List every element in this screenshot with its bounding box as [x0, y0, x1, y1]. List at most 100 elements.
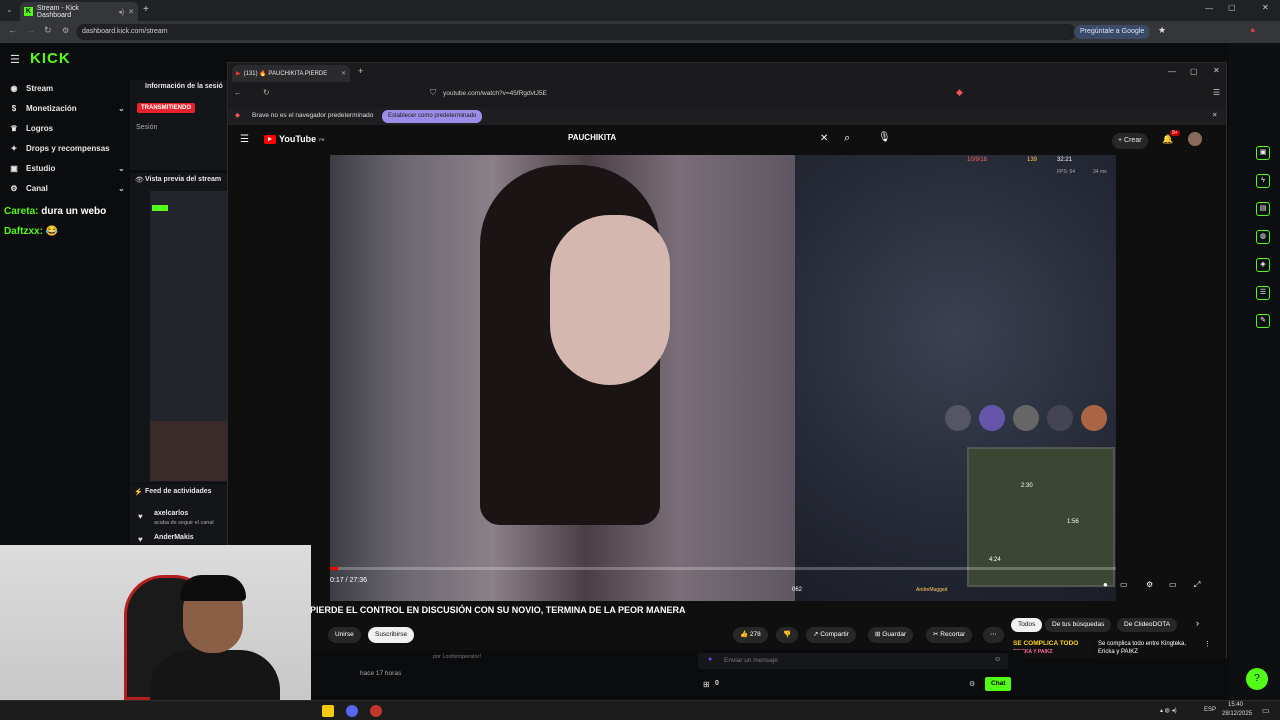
ask-google-button[interactable]: Pregúntale a Google: [1074, 25, 1151, 39]
set-default-button[interactable]: Establecer como predeterminado: [382, 110, 483, 123]
chip-clideodota[interactable]: De ClideoDOTA: [1117, 618, 1178, 632]
clip-button[interactable]: ✂ Recortar: [926, 627, 973, 643]
tab-list-chevron-icon[interactable]: ⌄: [6, 5, 13, 14]
sidebar-item-drops[interactable]: ✦ Drops y recompensas: [10, 144, 110, 153]
profile-avatar-icon[interactable]: ●: [1250, 25, 1255, 35]
chips-next-icon[interactable]: ›: [1196, 618, 1199, 628]
subscribe-button[interactable]: Suscribirse: [368, 627, 415, 643]
reload-icon[interactable]: ↻: [263, 88, 270, 97]
video-progress-bar[interactable]: [330, 567, 1116, 570]
sidebar-item-monetizacion[interactable]: $ Monetización ⌄: [10, 104, 130, 113]
brave-shields-icon[interactable]: ◆: [956, 87, 963, 98]
site-info-icon[interactable]: ⚙: [62, 26, 69, 35]
account-avatar[interactable]: [1188, 132, 1202, 146]
new-tab-icon[interactable]: +: [143, 4, 149, 15]
like-button[interactable]: 👍 278: [733, 627, 768, 643]
window-maximize-icon[interactable]: ▢: [1190, 67, 1198, 76]
search-input[interactable]: PAUCHIKITA: [568, 133, 616, 142]
chat-send-button[interactable]: Chat: [985, 677, 1012, 691]
back-icon[interactable]: ←: [8, 25, 17, 35]
taskbar-time[interactable]: 15:40: [1228, 702, 1243, 708]
game-minimap: 2:30 1:56 4:24: [967, 447, 1115, 587]
save-button[interactable]: ⊞ Guardar: [868, 627, 914, 643]
video-player[interactable]: 10/9/18 139 32:21 FPS: 64 34 ms 2:30 1:5…: [330, 155, 1116, 601]
inner-url-field[interactable]: youtube.com/watch?v=45fRgdvtJ5E: [443, 87, 943, 101]
kick-chat-input[interactable]: ● Enviar un mensaje ☺: [698, 653, 1008, 669]
bookmark-star-icon[interactable]: ★: [1158, 25, 1166, 36]
settings-gear-icon[interactable]: ⚙: [1146, 580, 1153, 589]
fullscreen-icon[interactable]: ⤢: [1194, 580, 1200, 590]
obs-icon[interactable]: [370, 705, 382, 717]
rail-chat-icon[interactable]: ◍: [1256, 230, 1270, 244]
new-tab-icon[interactable]: +: [358, 66, 363, 76]
forward-icon[interactable]: →: [26, 25, 35, 35]
chat-settings-icon[interactable]: ⚙: [969, 680, 975, 688]
rail-wrench-icon[interactable]: ✎: [1256, 314, 1270, 328]
sidebar-item-logros[interactable]: ♛ Logros: [10, 124, 53, 133]
rail-bolt-icon[interactable]: ϟ: [1256, 174, 1270, 188]
tab-close-icon[interactable]: ✕: [341, 70, 346, 77]
rail-note-icon[interactable]: ▤: [1256, 202, 1270, 216]
subtitles-icon[interactable]: ▭: [1120, 580, 1128, 589]
theater-mode-icon[interactable]: ▭: [1169, 580, 1177, 589]
outer-url-field[interactable]: dashboard.kick.com/stream: [76, 24, 1076, 40]
stream-preview-thumbnail[interactable]: [150, 191, 228, 481]
reload-icon[interactable]: ↻: [44, 25, 52, 36]
gift-icon: ✦: [10, 144, 18, 153]
tab-audio-icon[interactable]: ◂): [118, 8, 124, 16]
autoplay-toggle-icon[interactable]: ●: [1103, 580, 1108, 589]
hud-kda: 10/9/18: [967, 157, 988, 163]
chip-your-searches[interactable]: De tus búsquedas: [1045, 618, 1112, 632]
emote-icon[interactable]: ●: [708, 656, 712, 663]
tray-icons[interactable]: ▴ ◍ ◂): [1160, 707, 1177, 714]
infobar-close-icon[interactable]: ✕: [1212, 111, 1217, 119]
file-explorer-icon[interactable]: [322, 705, 334, 717]
window-maximize-icon[interactable]: ▢: [1228, 3, 1236, 12]
help-chat-icon[interactable]: ?: [1246, 668, 1268, 690]
sidebar-item-canal[interactable]: ⚙ Canal ⌄: [10, 184, 130, 193]
tab-close-icon[interactable]: ✕: [128, 8, 134, 16]
back-icon[interactable]: ←: [234, 88, 242, 97]
bookmark-icon[interactable]: ⛉: [430, 88, 436, 98]
youtube-logo[interactable]: YouTube PE: [264, 134, 325, 144]
rail-layout-icon[interactable]: ☰: [1256, 286, 1270, 300]
window-minimize-icon[interactable]: —: [1205, 4, 1213, 13]
rec-more-icon[interactable]: ⋮: [1204, 640, 1211, 648]
create-button[interactable]: + Crear: [1112, 133, 1148, 149]
sidebar-item-stream[interactable]: ◉ Stream: [10, 84, 54, 93]
yt-menu-icon[interactable]: ☰: [240, 134, 249, 145]
taskbar-date[interactable]: 28/12/2025: [1222, 711, 1252, 717]
outer-tab-kick-dashboard[interactable]: K Stream - Kick Dashboard ◂) ✕: [20, 2, 138, 21]
sidebar-item-label: Drops y recompensas: [26, 144, 110, 153]
chip-all[interactable]: Todos: [1011, 618, 1043, 632]
search-icon[interactable]: ⌕: [844, 132, 850, 145]
youtube-favicon-icon: ▶: [236, 71, 241, 77]
emoji-icon[interactable]: ☺: [994, 656, 1001, 663]
rail-sound-icon[interactable]: ◈: [1256, 258, 1270, 272]
window-close-icon[interactable]: ✕: [1262, 3, 1269, 12]
kick-logo[interactable]: KICK: [30, 50, 71, 67]
infobar-text: Brave no es el navegador predeterminado: [252, 112, 374, 119]
dislike-icon[interactable]: 👎: [776, 627, 799, 643]
discord-icon[interactable]: [346, 705, 358, 717]
share-button[interactable]: ↗ Compartir: [806, 627, 856, 643]
gift-icon[interactable]: ⊞: [703, 680, 710, 689]
rail-tool-icon[interactable]: ▣: [1256, 146, 1270, 160]
join-button[interactable]: Unirse: [328, 627, 361, 643]
taskbar-language[interactable]: ESP: [1204, 707, 1216, 713]
recommended-title[interactable]: Se complica todo entre Kingteka, Ericka …: [1098, 640, 1198, 656]
notification-count-badge: 9+: [1170, 130, 1180, 136]
window-minimize-icon[interactable]: —: [1168, 67, 1176, 76]
sidebar-item-estudio[interactable]: ▣ Estudio ⌄: [10, 164, 130, 173]
preview-webcam: [150, 421, 228, 481]
brave-lion-icon: ◆: [235, 112, 240, 119]
hamburger-menu-icon[interactable]: ☰: [10, 53, 20, 66]
kick-favicon-icon: K: [24, 7, 33, 16]
clear-search-icon[interactable]: ✕: [820, 133, 828, 144]
inner-tab-youtube[interactable]: ▶ (131) 🔥 PAUCHIKITA PIERDE ✕: [232, 65, 350, 82]
more-actions-icon[interactable]: ⋯: [983, 627, 1004, 643]
notification-center-icon[interactable]: ▭: [1262, 706, 1270, 715]
window-close-icon[interactable]: ✕: [1213, 66, 1220, 75]
menu-icon[interactable]: ☰: [1213, 88, 1220, 97]
microphone-icon[interactable]: 🎙: [878, 132, 891, 143]
